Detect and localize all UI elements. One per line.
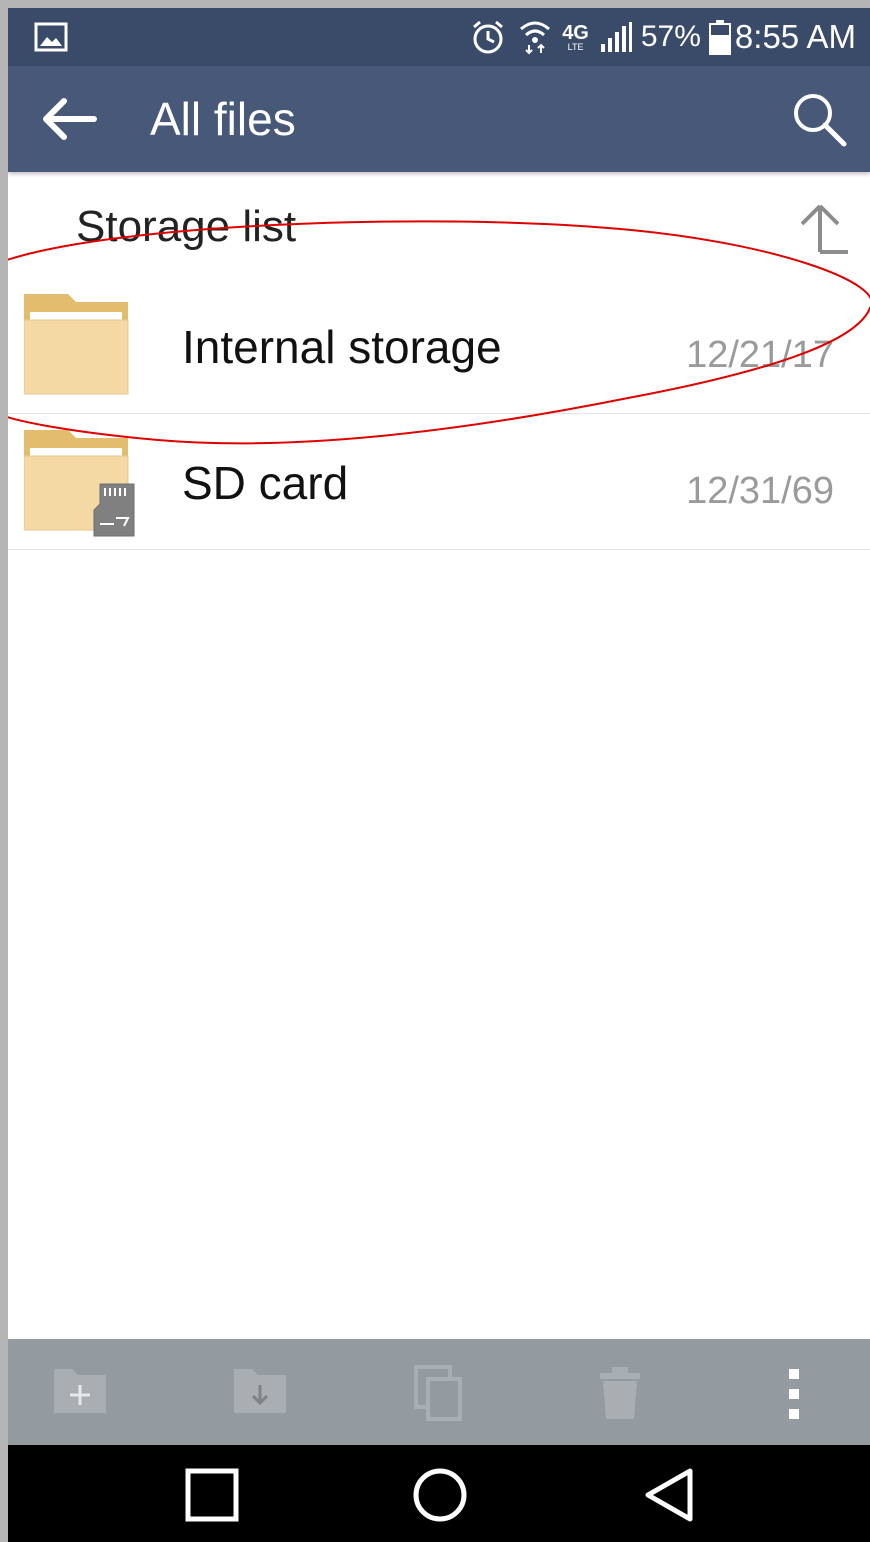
more-options-icon[interactable] (784, 1369, 804, 1424)
new-folder-icon[interactable] (52, 1365, 108, 1422)
storage-list-title: Storage list (76, 202, 297, 251)
network-type-icon: 4G LTE (562, 23, 589, 52)
recents-icon[interactable] (184, 1467, 240, 1528)
up-directory-icon[interactable] (794, 200, 850, 256)
copy-icon[interactable] (412, 1365, 464, 1426)
storage-name: Internal storage (182, 321, 502, 373)
screen: 4G LTE 57% 8:55 AM All files Storage lis… (8, 8, 870, 1542)
bottom-toolbar (8, 1339, 870, 1445)
battery-icon (708, 19, 731, 55)
gallery-notification-icon (34, 22, 68, 57)
app-bar: All files (8, 66, 870, 172)
back-icon[interactable] (642, 1467, 698, 1528)
storage-date: 12/21/17 (686, 334, 834, 376)
alarm-icon (468, 17, 508, 57)
page-title: All files (150, 93, 296, 145)
search-icon[interactable] (790, 90, 848, 148)
clock: 8:55 AM (734, 18, 856, 55)
storage-date: 12/31/69 (686, 470, 834, 512)
storage-list-header: Storage list (8, 180, 870, 284)
delete-icon[interactable] (598, 1365, 642, 1426)
home-icon[interactable] (412, 1467, 468, 1528)
network-label: 4G (562, 21, 589, 44)
signal-icon (599, 20, 633, 54)
status-icons: 4G LTE 57% 8:55 AM (458, 8, 856, 66)
system-nav-bar (8, 1445, 870, 1542)
storage-name: SD card (182, 457, 349, 509)
folder-icon (23, 294, 130, 401)
wifi-icon (518, 19, 552, 55)
status-bar: 4G LTE 57% 8:55 AM (8, 8, 870, 66)
network-sub-label: LTE (567, 41, 584, 52)
move-to-folder-icon[interactable] (232, 1365, 288, 1422)
battery-percent: 57% (640, 20, 701, 53)
list-item-sd-card[interactable]: SD card 12/31/69 (8, 414, 870, 550)
list-item-internal-storage[interactable]: Internal storage 12/21/17 (8, 278, 870, 414)
sd-card-folder-icon (23, 430, 136, 545)
back-arrow-icon[interactable] (38, 96, 100, 142)
